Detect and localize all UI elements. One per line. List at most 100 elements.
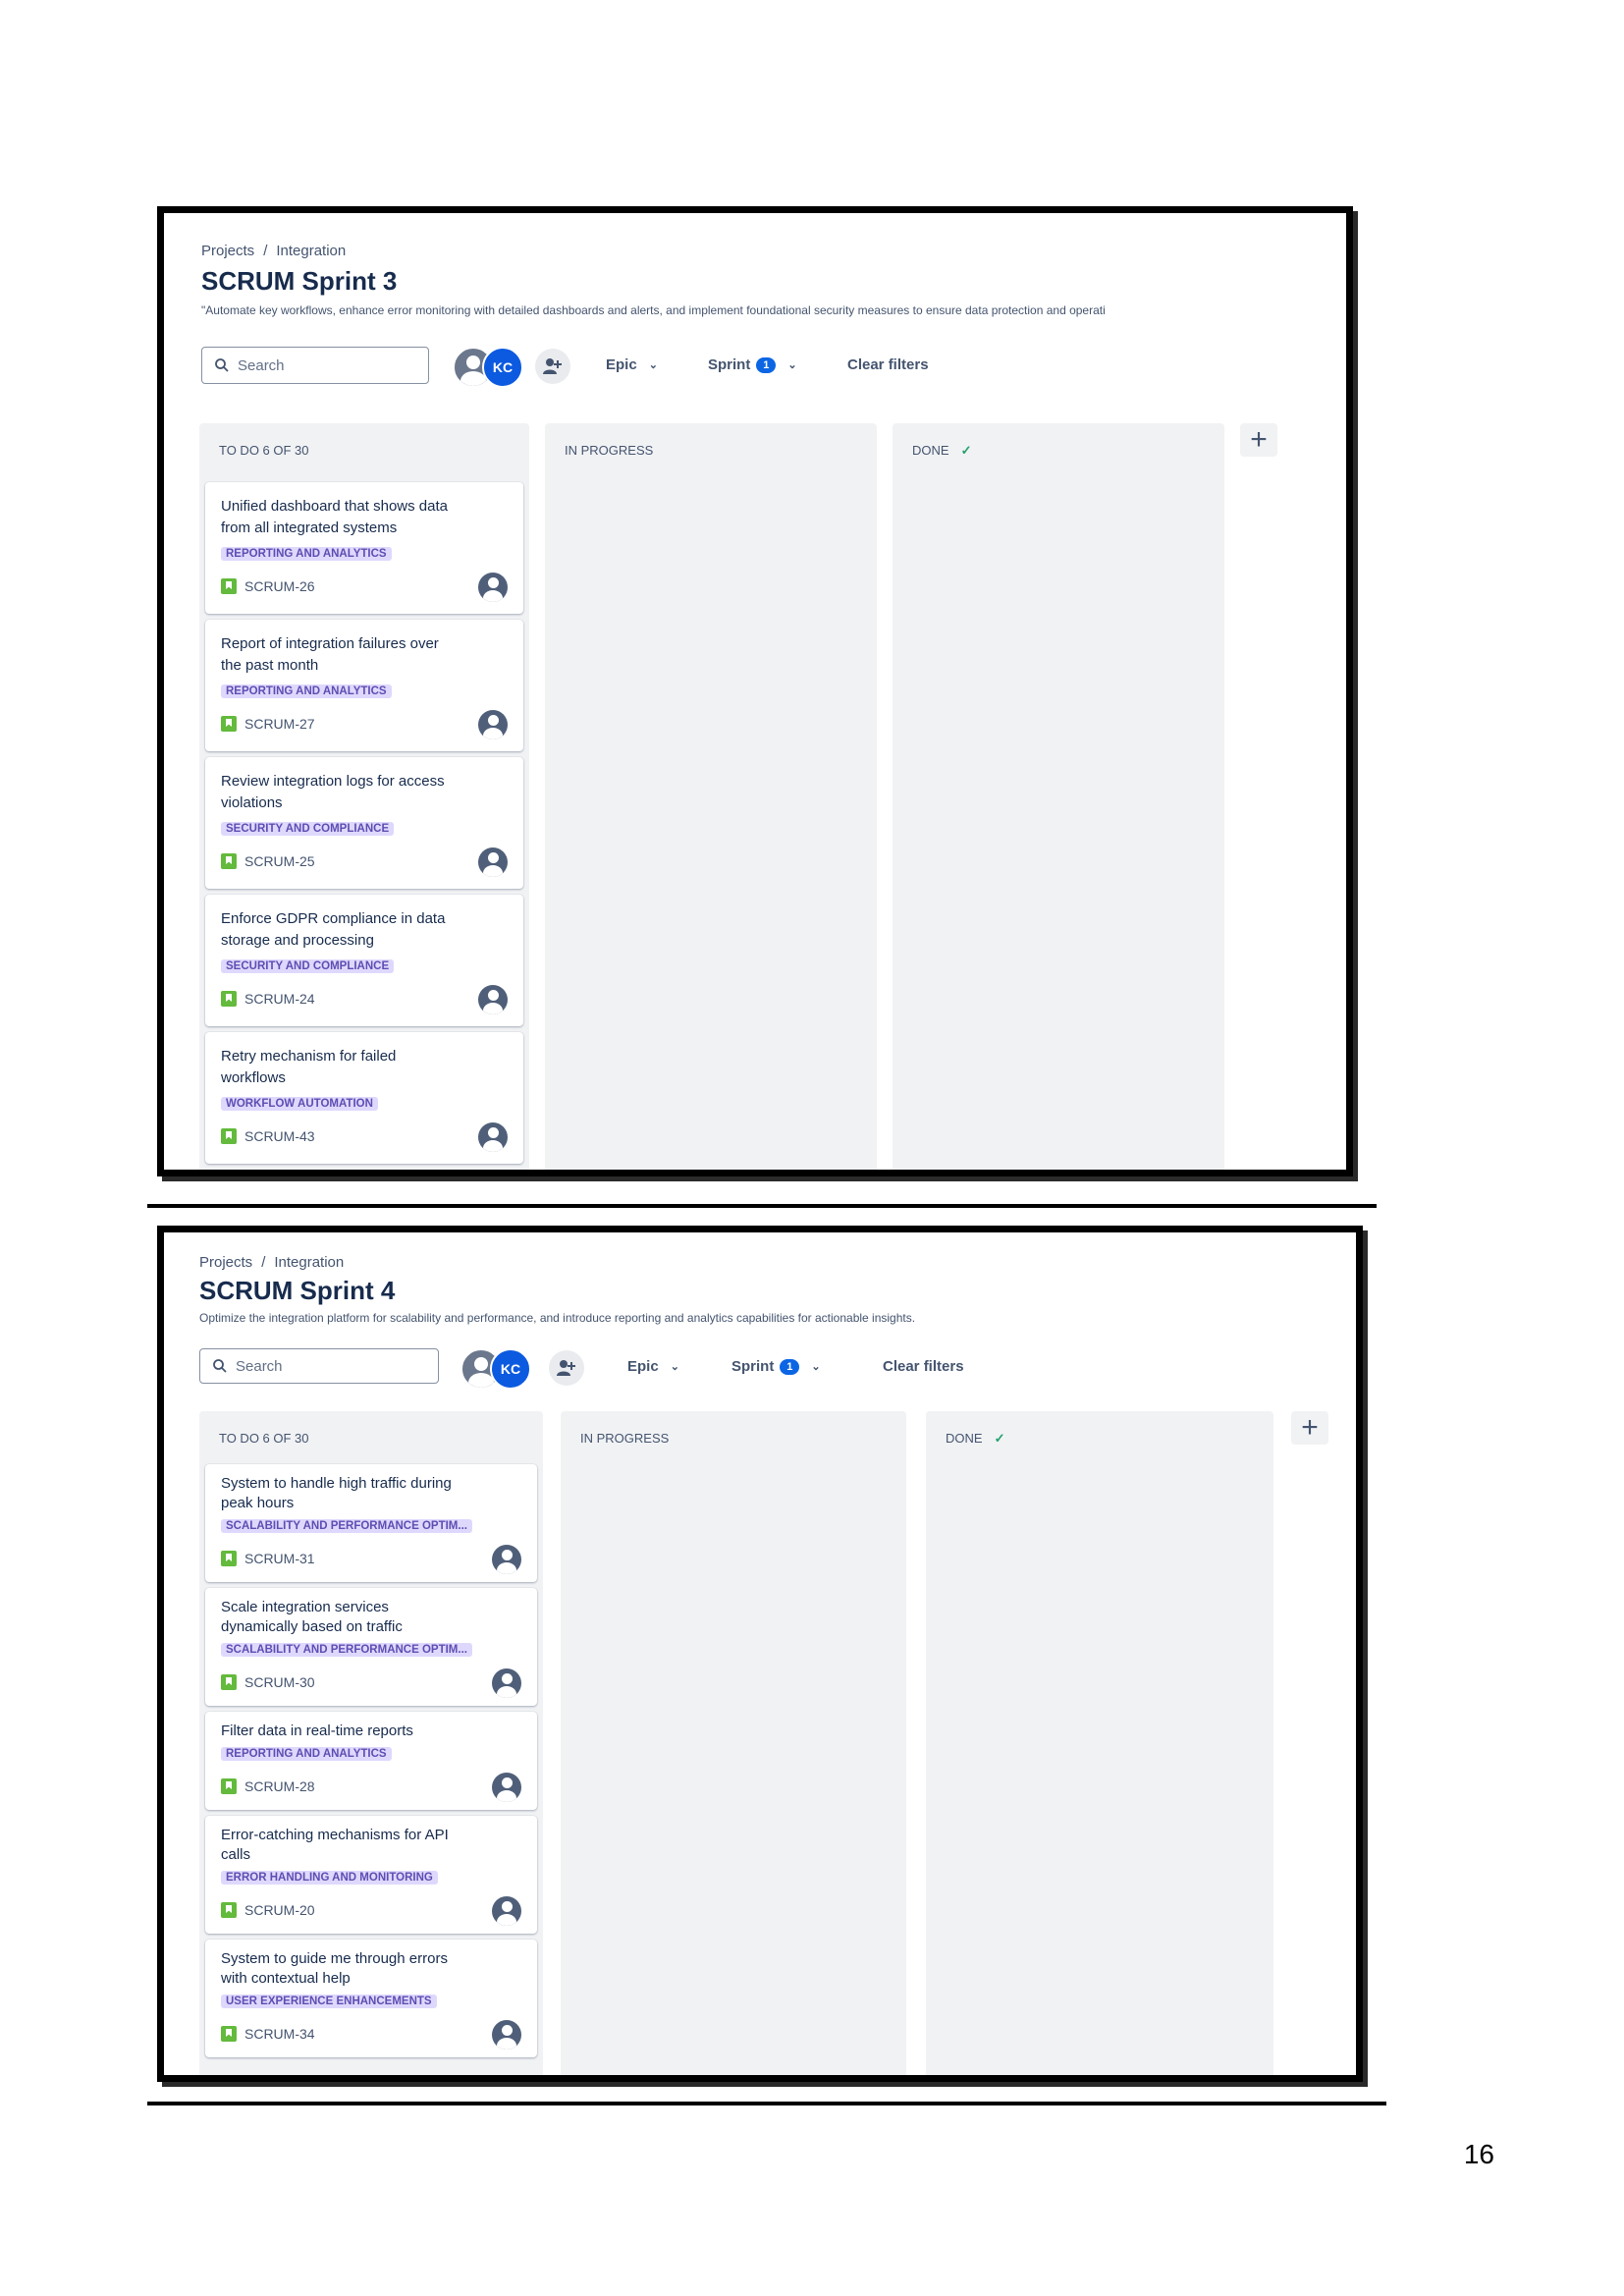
epic-tag: REPORTING AND ANALYTICS [221,547,392,561]
assignee-avatar[interactable] [492,1896,521,1926]
card-title: Scale integration services dynamically b… [221,1599,403,1635]
issue-key[interactable]: SCRUM-27 [244,716,315,732]
card-title: Retry mechanism for failed workflows [221,1048,397,1086]
assignee-avatar[interactable] [492,1545,521,1574]
epic-tag: USER EXPERIENCE ENHANCEMENTS [221,1995,437,2008]
epic-filter-button[interactable]: Epic ⌄ [606,356,658,373]
assignee-avatar[interactable] [492,2020,521,2050]
avatar-kc[interactable]: KC [482,347,523,388]
column-header-done: DONE ✓ [912,443,972,458]
story-icon [221,1551,237,1566]
sprint-filter-label: Sprint [708,356,751,373]
sprint-filter-label: Sprint [731,1358,775,1375]
breadcrumb-projects[interactable]: Projects [201,243,254,259]
search-input[interactable]: Search [201,347,429,384]
story-icon [221,1674,237,1690]
card-title: Enforce GDPR compliance in data storage … [221,910,446,949]
add-column-button[interactable]: + [1291,1411,1328,1445]
issue-card[interactable]: Filter data in real-time reports REPORTI… [205,1712,537,1810]
story-icon [221,991,237,1007]
assignee-avatar[interactable] [478,985,508,1014]
plus-icon: + [1301,1411,1319,1444]
epic-tag: SECURITY AND COMPLIANCE [221,822,395,836]
issue-key[interactable]: SCRUM-20 [244,1902,315,1918]
card-title: Report of integration failures over the … [221,635,439,674]
clear-filters-button[interactable]: Clear filters [847,356,929,373]
issue-key[interactable]: SCRUM-31 [244,1551,315,1566]
add-column-button[interactable]: + [1240,423,1277,457]
issue-card[interactable]: System to guide me through errors with c… [205,1940,537,2057]
column-header-in-progress: IN PROGRESS [580,1431,670,1446]
issue-card[interactable]: System to handle high traffic during pea… [205,1464,537,1582]
sprint3-board-screenshot: Projects / Integration SCRUM Sprint 3 "Aut… [157,206,1353,1176]
page-title: SCRUM Sprint 3 [201,266,398,296]
card-title: System to handle high traffic during pea… [221,1475,452,1511]
column-header-todo: TO DO 6 OF 30 [219,1431,309,1446]
column-in-progress: IN PROGRESS [561,1411,906,2075]
issue-card[interactable]: Enforce GDPR compliance in data storage … [205,895,523,1026]
epic-filter-button[interactable]: Epic ⌄ [627,1358,679,1375]
card-title: Unified dashboard that shows data from a… [221,498,448,536]
epic-tag: ERROR HANDLING AND MONITORING [221,1871,438,1885]
sprint-filter-button[interactable]: Sprint 1 ⌄ [708,356,797,373]
sprint-filter-button[interactable]: Sprint 1 ⌄ [731,1358,821,1375]
issue-card[interactable]: Retry mechanism for failed workflows WOR… [205,1032,523,1164]
story-icon [221,1902,237,1918]
page-number: 16 [1463,2139,1494,2169]
assignee-avatar[interactable] [492,1773,521,1802]
sprint-count-badge: 1 [756,356,777,373]
add-person-icon [557,1360,575,1376]
epic-filter-label: Epic [606,356,637,373]
epic-tag: SCALABILITY AND PERFORMANCE OPTIM... [221,1519,472,1533]
assignee-avatar[interactable] [478,847,508,877]
divider [147,1204,1377,1208]
epic-tag: SECURITY AND COMPLIANCE [221,959,395,973]
issue-card[interactable]: Review integration logs for access viola… [205,757,523,889]
avatar-kc[interactable]: KC [490,1348,531,1390]
assignee-avatar[interactable] [478,573,508,602]
column-header-done: DONE ✓ [946,1431,1005,1446]
chevron-down-icon: ⌄ [648,359,658,371]
breadcrumb: Projects / Integration [201,243,346,259]
sprint-count-badge: 1 [780,1358,800,1375]
story-icon [221,853,237,869]
epic-filter-label: Epic [627,1358,659,1375]
sprint-goal: Optimize the integration platform for sc… [199,1311,916,1325]
issue-key[interactable]: SCRUM-25 [244,853,315,869]
issue-card[interactable]: Error-catching mechanisms for API calls … [205,1816,537,1934]
divider [147,2102,1386,2105]
assignee-avatar[interactable] [478,1122,508,1152]
chevron-down-icon: ⌄ [787,359,797,371]
issue-card[interactable]: Report of integration failures over the … [205,620,523,751]
add-person-icon [543,358,562,374]
issue-key[interactable]: SCRUM-28 [244,1778,315,1794]
card-title: Error-catching mechanisms for API calls [221,1827,449,1863]
issue-key[interactable]: SCRUM-26 [244,578,315,594]
plus-icon: + [1250,423,1268,456]
search-placeholder: Search [236,1357,283,1375]
epic-tag: WORKFLOW AUTOMATION [221,1097,378,1111]
card-title: Review integration logs for access viola… [221,773,445,811]
add-people-button[interactable] [549,1350,584,1386]
assignee-avatar[interactable] [478,710,508,739]
issue-key[interactable]: SCRUM-43 [244,1128,315,1144]
breadcrumb-project[interactable]: Integration [274,1254,344,1271]
search-placeholder: Search [238,356,285,374]
issue-key[interactable]: SCRUM-34 [244,2026,315,2042]
add-people-button[interactable] [535,349,570,384]
issue-key[interactable]: SCRUM-30 [244,1674,315,1690]
column-done: DONE ✓ [893,423,1224,1170]
issue-key[interactable]: SCRUM-24 [244,991,315,1007]
clear-filters-button[interactable]: Clear filters [883,1358,964,1375]
breadcrumb-project[interactable]: Integration [276,243,346,259]
breadcrumb-projects[interactable]: Projects [199,1254,252,1271]
search-input[interactable]: Search [199,1348,439,1384]
issue-card[interactable]: Scale integration services dynamically b… [205,1588,537,1706]
epic-tag: REPORTING AND ANALYTICS [221,684,392,698]
sprint4-board-screenshot: Projects / Integration SCRUM Sprint 4 Opti… [157,1226,1363,2082]
assignee-avatar[interactable] [492,1668,521,1698]
card-title: System to guide me through errors with c… [221,1950,448,1987]
issue-card[interactable]: Unified dashboard that shows data from a… [205,482,523,614]
check-icon: ✓ [960,443,972,458]
chevron-down-icon: ⌄ [670,1361,679,1373]
